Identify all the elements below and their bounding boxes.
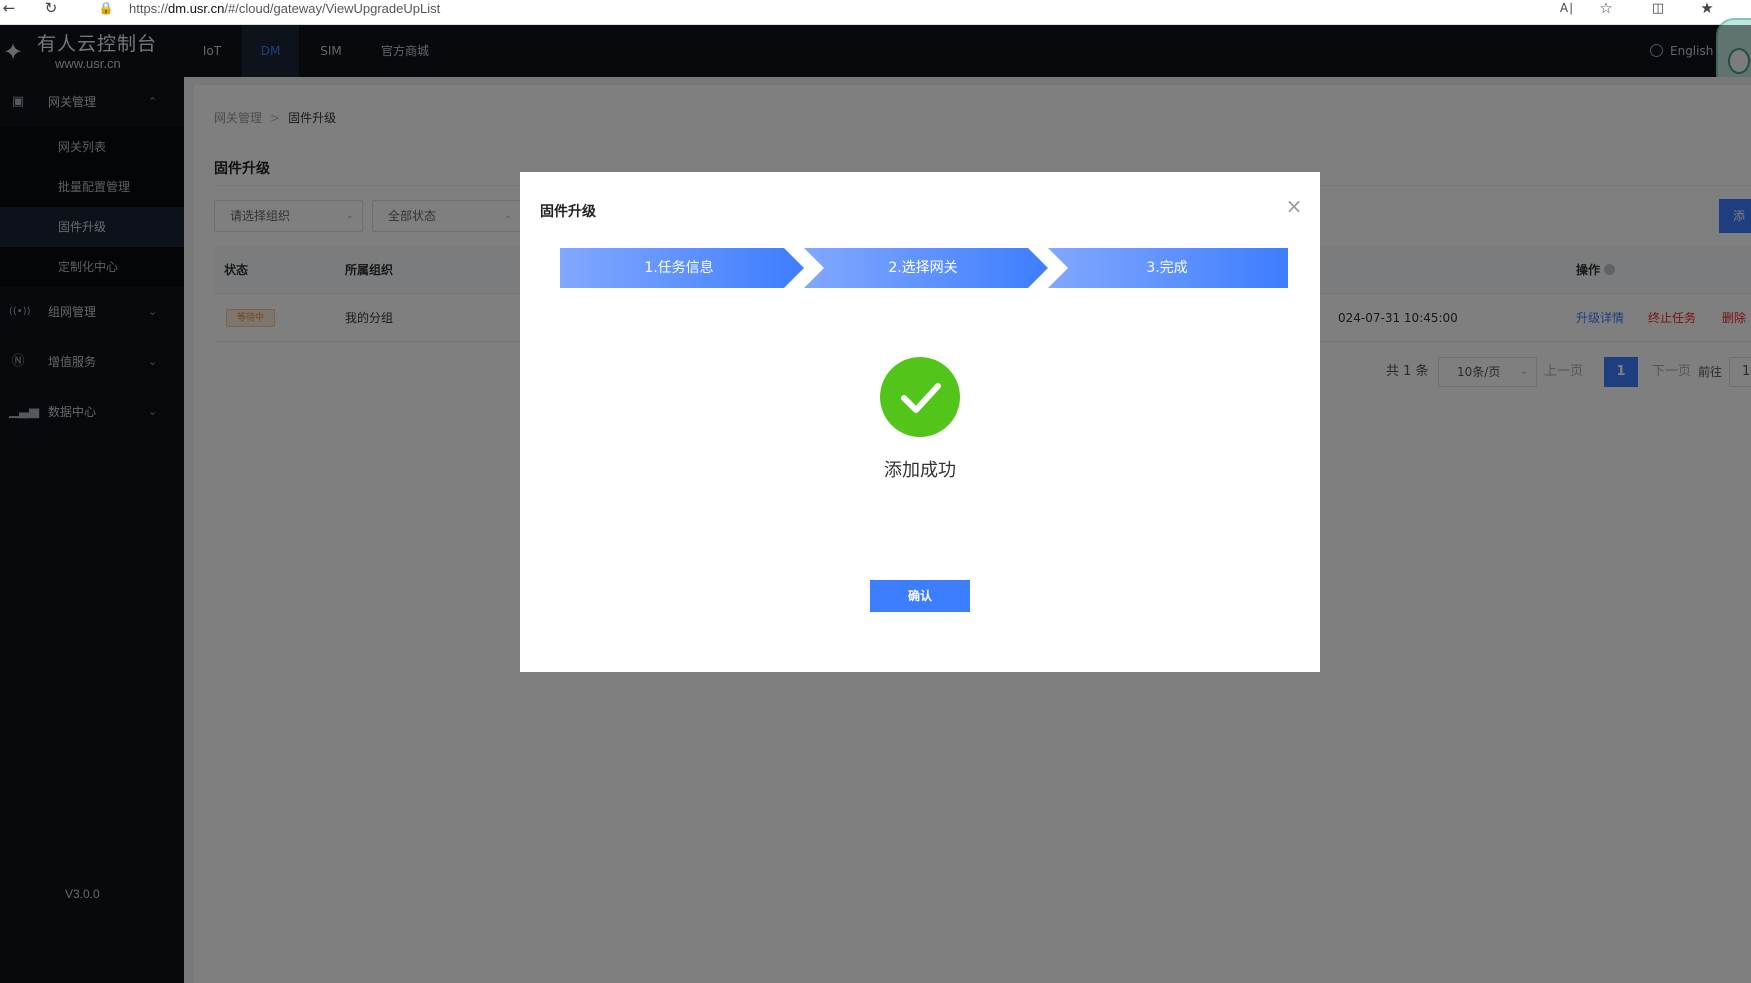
favorite-star-icon[interactable]: ☆ [1597,0,1615,17]
success-message: 添加成功 [884,460,956,481]
confirm-button[interactable]: 确认 [870,580,970,612]
split-screen-icon[interactable]: ◫ [1649,0,1667,17]
close-icon[interactable]: × [1282,194,1306,218]
read-aloud-icon[interactable]: A∣ [1558,0,1576,17]
address-bar[interactable]: https://dm.usr.cn/#/cloud/gateway/ViewUp… [129,0,440,17]
step-2-label: 2.选择网关 [888,260,958,276]
browser-toolbar: ← ↻ 🔒 https://dm.usr.cn/#/cloud/gateway/… [0,0,1751,25]
firmware-upgrade-dialog: 固件升级 × 1.任务信息 2.选择网关 3.完成 添加成功 确认 [520,172,1320,672]
step-indicator: 1.任务信息 2.选择网关 3.完成 [560,248,1288,288]
back-arrow-icon[interactable]: ← [0,0,18,17]
url-prefix: https:// [129,1,169,16]
favorites-list-icon[interactable]: ★ [1698,0,1716,17]
success-check-icon [880,357,960,437]
dialog-title: 固件升级 [540,204,596,220]
url-host: dm.usr.cn [168,1,225,16]
refresh-icon[interactable]: ↻ [42,0,60,17]
step-1-label: 1.任务信息 [644,260,714,276]
url-path: /#/cloud/gateway/ViewUpgradeUpList [224,1,441,16]
lock-icon[interactable]: 🔒 [97,0,115,17]
step-3-label: 3.完成 [1146,260,1188,276]
